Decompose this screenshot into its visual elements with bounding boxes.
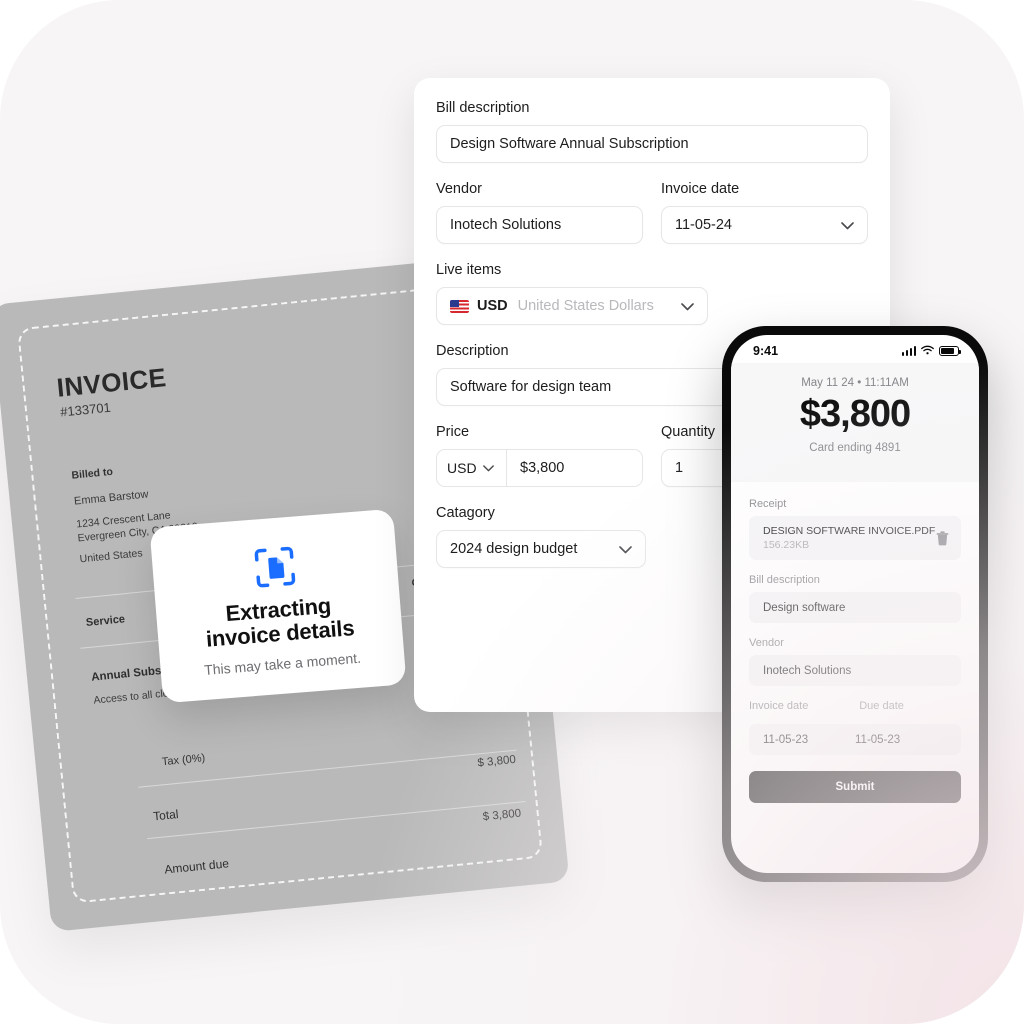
vendor-input[interactable]: Inotech Solutions <box>436 206 643 244</box>
transaction-amount: $3,800 <box>799 393 911 435</box>
us-flag-icon <box>450 299 469 313</box>
currency-name: United States Dollars <box>517 298 654 314</box>
phone-due-date-value: 11-05-23 <box>855 733 901 746</box>
phone-vendor-value[interactable]: Inotech Solutions <box>749 655 961 686</box>
transaction-card: Card ending 4891 <box>809 442 901 454</box>
document-scan-icon <box>252 545 297 590</box>
chevron-down-icon <box>681 300 694 313</box>
price-label: Price <box>436 424 470 440</box>
receipt-file-size: 156.23KB <box>763 539 810 551</box>
price-input[interactable]: $3,800 <box>506 449 643 487</box>
extracting-title: Extracting invoice details <box>203 592 355 652</box>
field-group-price: Price USD $3,800 <box>436 424 643 487</box>
phone-invoice-date-label: Invoice date <box>749 700 809 712</box>
receipt-file-row[interactable]: DESIGN SOFTWARE INVOICE.PDF 156.23KB <box>749 516 961 560</box>
phone-mockup: 9:41 May 11 24 • 11:11AM $3,800 Card end… <box>722 326 988 882</box>
bill-description-value: Design Software Annual Subscription <box>450 136 689 152</box>
chevron-down-icon <box>482 462 494 474</box>
price-control: USD $3,800 <box>436 449 643 487</box>
canvas-background: INVOICE #133701 Billed to Emma Barstow 1… <box>0 0 1024 1024</box>
chevron-down-icon <box>619 543 632 556</box>
phone-bill-description-value[interactable]: Design software <box>749 592 961 623</box>
category-value: 2024 design budget <box>450 541 578 557</box>
transaction-summary: May 11 24 • 11:11AM $3,800 Card ending 4… <box>731 363 979 482</box>
currency-select[interactable]: USD United States Dollars <box>436 287 708 325</box>
wifi-icon <box>921 342 934 360</box>
phone-dates-row[interactable]: 11-05-23 11-05-23 <box>749 724 961 755</box>
vendor-label: Vendor <box>436 181 482 197</box>
field-row-vendor-date: Vendor Inotech Solutions Invoice date 11… <box>436 181 868 244</box>
invoice-total-label: Total <box>152 806 180 824</box>
field-group-invoice-date: Invoice date 11-05-24 <box>661 181 868 244</box>
invoice-date-select[interactable]: 11-05-24 <box>661 206 868 244</box>
quantity-value: 1 <box>675 460 684 476</box>
phone-status-bar: 9:41 <box>731 335 979 363</box>
bill-description-input[interactable]: Design Software Annual Subscription <box>436 125 868 163</box>
phone-screen: 9:41 May 11 24 • 11:11AM $3,800 Card end… <box>731 335 979 873</box>
status-bar-icons <box>901 342 961 360</box>
extracting-subtitle: This may take a moment. <box>203 649 362 678</box>
receipt-file-name: DESIGN SOFTWARE INVOICE.PDF <box>763 525 936 537</box>
invoice-date-label: Invoice date <box>661 181 740 197</box>
live-items-label: Live items <box>436 262 502 278</box>
field-group-bill-description: Bill description Design Software Annual … <box>436 100 868 163</box>
category-label: Catagory <box>436 505 495 521</box>
bill-description-label: Bill description <box>436 100 530 116</box>
phone-due-date-label: Due date <box>859 700 904 712</box>
phone-vendor-label: Vendor <box>749 637 784 649</box>
price-currency-value: USD <box>447 460 477 476</box>
category-select[interactable]: 2024 design budget <box>436 530 646 568</box>
receipt-label: Receipt <box>749 498 787 510</box>
phone-bill-description-label: Bill description <box>749 574 820 586</box>
battery-icon <box>939 346 961 356</box>
price-value: $3,800 <box>520 460 565 476</box>
vendor-value: Inotech Solutions <box>450 217 562 233</box>
description-value: Software for design team <box>450 379 612 395</box>
receipt-file-info: DESIGN SOFTWARE INVOICE.PDF 156.23KB <box>763 525 935 551</box>
field-group-vendor: Vendor Inotech Solutions <box>436 181 643 244</box>
extracting-status-card: Extracting invoice details This may take… <box>149 508 407 704</box>
field-group-category: Catagory 2024 design budget <box>436 505 646 568</box>
phone-details-section: Receipt DESIGN SOFTWARE INVOICE.PDF 156.… <box>731 482 979 873</box>
submit-button[interactable]: Submit <box>749 771 961 803</box>
currency-code: USD <box>477 298 508 314</box>
invoice-date-value: 11-05-24 <box>675 217 732 233</box>
signal-bars-icon <box>901 346 916 356</box>
field-group-live-items: Live items USD United States Dollars <box>436 262 708 325</box>
chevron-down-icon <box>841 219 854 232</box>
price-currency-select[interactable]: USD <box>436 449 506 487</box>
trash-icon[interactable] <box>936 530 949 546</box>
phone-dates-labels: Invoice date Due date <box>749 700 961 718</box>
transaction-datetime: May 11 24 • 11:11AM <box>801 377 909 389</box>
phone-invoice-date-value: 11-05-23 <box>763 733 809 746</box>
status-bar-time: 9:41 <box>753 344 779 358</box>
